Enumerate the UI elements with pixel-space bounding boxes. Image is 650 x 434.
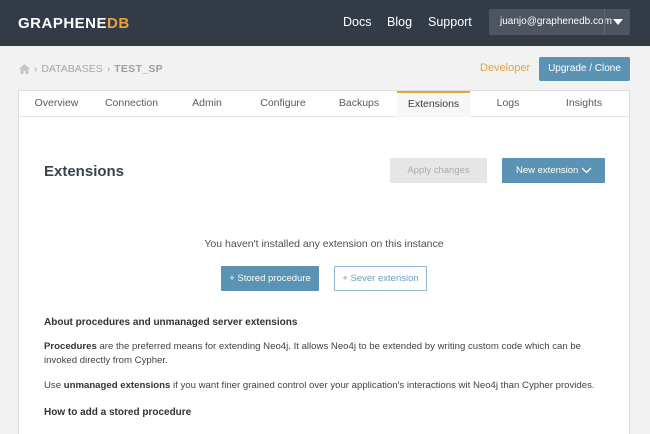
chevron-right-icon: › [34,63,38,75]
top-navbar: GRAPHENEDB Docs Blog Support juanjo@grap… [0,0,650,46]
unmanaged-text: if you want finer grained control over y… [170,380,595,391]
tab-connection[interactable]: Connection [94,91,169,117]
account-dropdown[interactable]: juanjo@graphenedb.com [489,9,630,35]
tab-configure[interactable]: Configure [245,91,321,117]
tab-bar: Overview Connection Admin Configure Back… [19,91,629,117]
howto-heading: How to add a stored procedure [44,407,192,418]
tab-logs[interactable]: Logs [470,91,546,117]
procedures-text: are the preferred means for extending Ne… [44,341,582,366]
breadcrumb-databases-link[interactable]: DATABASES [41,63,102,75]
chevron-right-icon: › [106,63,111,75]
procedures-paragraph: Procedures are the preferred means for e… [44,340,604,368]
database-panel: Overview Connection Admin Configure Back… [18,90,630,434]
page-title: Extensions [44,163,125,180]
home-icon[interactable] [19,64,30,74]
apply-changes-button[interactable]: Apply changes [390,158,487,183]
about-heading: About procedures and unmanaged server ex… [44,317,298,328]
procedures-term: Procedures [44,341,97,352]
account-email: juanjo@graphenedb.com [500,16,612,27]
caret-down-icon [613,19,623,25]
tab-overview[interactable]: Overview [19,91,94,117]
logo-accent-text: DB [107,15,130,32]
new-extension-button[interactable]: New extension [502,158,605,183]
nav-blog-link[interactable]: Blog [387,15,412,29]
graphenedb-logo[interactable]: GRAPHENEDB [18,15,130,32]
empty-state-message: You haven't installed any extension on t… [204,238,444,250]
add-server-extension-button[interactable]: + Sever extension [334,266,427,291]
account-caret-button[interactable] [604,9,630,35]
tab-extensions[interactable]: Extensions [397,91,470,117]
upgrade-clone-button[interactable]: Upgrade / Clone [539,57,630,81]
tab-insights[interactable]: Insights [546,91,622,117]
unmanaged-prefix: Use [44,380,64,391]
tab-admin[interactable]: Admin [169,91,245,117]
plan-label: Developer [480,62,531,74]
add-stored-procedure-button[interactable]: + Stored procedure [221,266,319,291]
breadcrumb-current: TEST_SP [114,63,163,75]
new-extension-label: New extension [516,165,579,176]
nav-docs-link[interactable]: Docs [343,15,371,29]
logo-main-text: GRAPHENE [18,15,108,32]
chevron-down-icon [581,167,592,174]
unmanaged-term: unmanaged extensions [63,380,171,391]
nav-support-link[interactable]: Support [428,15,472,29]
tab-backups[interactable]: Backups [321,91,397,117]
unmanaged-paragraph: Use unmanaged extensions if you want fin… [44,379,604,393]
breadcrumb: › DATABASES › TEST_SP [19,62,163,76]
